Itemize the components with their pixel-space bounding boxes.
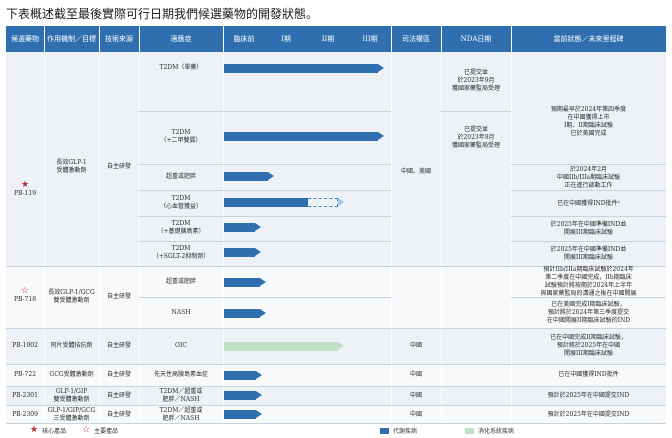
pb1902-region: 中國 [409, 342, 422, 349]
pb119-bar-5 [224, 223, 255, 232]
pb1902-bar [224, 342, 338, 351]
pb119-mechanism: 長效GLP-1 受體激動劑 [56, 159, 87, 174]
pb1902-indication: OIC [175, 342, 187, 349]
pb2301-drug: PB-2301 [12, 391, 38, 399]
intro-text: 下表概述截至最後實際可行日期我們候選藥物的開發狀態。 [6, 7, 319, 21]
header-mechanism: 作用機制／目標 [44, 26, 99, 52]
pb2301-indication: T2DM／超重或 肥胖／NASH [159, 387, 203, 403]
pb119-status-4: 於2025年在中國準備IND並 開展III期臨床試驗 [550, 221, 627, 236]
pb119-status-5: 於2025年在中國準備IND並 開展III期臨床試驗 [550, 246, 627, 261]
header-candidate: 候選藥物 [6, 26, 44, 52]
pb722-indication: 先天性高胰島素血症 [153, 371, 208, 378]
pb2301-bar-arrow [256, 391, 262, 399]
legend-key: ☆ 主要產品 [82, 425, 119, 436]
pb2309-bar-arrow [256, 410, 262, 418]
pb1902-source: 自主研發 [106, 342, 131, 349]
pipeline-table: 候選藥物 作用機制／目標 技術來源 適應症 臨床前 I期 II期 III期 司法… [6, 26, 666, 424]
pb2309-indication: T2DM／超重或 肥胖／NASH [159, 406, 203, 422]
pb2301-source: 自主研發 [106, 391, 131, 399]
pb119-indication-1: T2DM（單藥） [159, 64, 203, 71]
pb119-bar-6-arrow [255, 248, 261, 256]
pb119-indication-5: T2DM （+基礎胰島素） [157, 220, 205, 235]
pb2301-bar [224, 391, 256, 400]
pb718-bar-2-arrow [260, 309, 266, 317]
core-legend-star-icon: ★ [30, 425, 39, 435]
pb722-source: 自主研發 [106, 371, 131, 378]
pb722-bar-arrow [256, 371, 262, 379]
pb722-status: 已在中國獲得IND批件 [558, 371, 619, 378]
pb722-bar [224, 371, 256, 380]
pb119-bar-2 [224, 132, 378, 141]
pb119-source: 自主研發 [106, 163, 131, 170]
pb119-bar-5-arrow [255, 223, 261, 231]
pb119-nda-1: 已提交並 於2023年9月 獲國家藥監局受理 [451, 69, 500, 92]
key-product-star-outline-icon: ☆ [20, 285, 30, 296]
pb119-indication-6: T2DM （+SGLT-2抑制劑） [152, 245, 210, 260]
header-indication: 適應症 [139, 26, 223, 52]
pb2301-region: 中國 [409, 391, 422, 399]
pb2309-bar [224, 410, 256, 419]
pb119-bar-3 [224, 172, 268, 181]
pb119-bar-1 [224, 64, 378, 73]
pb718-bar-2 [224, 309, 260, 318]
gi-swatch [465, 427, 474, 434]
pb718-indication-2: NASH [171, 309, 191, 316]
pb2309-region: 中國 [409, 410, 422, 418]
pb119-status-2: 於2024年2月 中國IIb/IIIa期臨床試驗 正在進行啟動工作 [556, 165, 621, 189]
pb718-mechanism: 長效GLP-1/GCG 雙受體激動劑 [48, 289, 95, 304]
pb119-drug: ★ PB-119 [13, 179, 37, 197]
pb119-indication-2: T2DM （+二甲雙胍） [160, 129, 202, 144]
pb718-bar-1 [224, 278, 260, 287]
header-status: 當前狀態／未來里程碑 [511, 26, 666, 52]
pb119-nda-2: 已提交並 於2023年9月 獲國家藥監局受理 [451, 126, 500, 149]
pb119-region: 中國、美國 [400, 168, 431, 175]
pb2309-status: 預計於2025年在中國提交IND [547, 410, 630, 418]
pb718-bar-1-arrow [260, 278, 266, 286]
pb722-drug: PB-722 [13, 371, 37, 378]
header-source: 技術來源 [99, 26, 139, 52]
pb718-status-1: 預計IIb/IIIa期臨床試驗於2024年 第二季度在中國完成，IIb期臨床 試… [540, 265, 637, 297]
header-phase2: II期 [307, 26, 349, 52]
pb718-indication-1: 超重或肥胖 [165, 278, 196, 285]
pb119-bar-4-arrow [338, 198, 344, 206]
key-legend-star-outline-icon: ☆ [82, 425, 91, 435]
pb718-drug: ☆ PB-718 [13, 285, 37, 303]
pb119-status-3: 已在中國獲得IND批件² [557, 199, 620, 207]
legend-metabolic: 代謝疾病 [380, 426, 417, 435]
pb1902-bar-arrow [338, 342, 344, 350]
pb119-bar-2-arrow [378, 132, 384, 140]
pb718-region [391, 284, 441, 304]
pb119-bar-4-planned [308, 198, 338, 207]
legend-core: ★ 核心產品 [30, 425, 67, 436]
pb2309-mechanism: GLP-1/GIP/GCG 三受體激動劑 [47, 406, 96, 422]
pb722-mechanism: GCG受體激動劑 [49, 371, 94, 378]
pb1902-status: 已在中國完成II期臨床試驗， 預計將於2025年在中國 開展III期臨床試驗 [550, 334, 627, 357]
header-phase3: III期 [349, 26, 391, 52]
pb718-status-2: 已在美國完成I期臨床試驗， 預計將於2024年第三季度提交 在中國開展II期臨床… [546, 301, 631, 324]
pb718-source: 自主研發 [106, 293, 131, 300]
pb2301-status: 預計於2025年在中國提交IND [547, 391, 630, 399]
header-preclinical: 臨床前 [223, 26, 265, 52]
legend-gi: 消化系統疾病 [465, 426, 514, 435]
pb722-region: 中國 [409, 371, 422, 378]
pb119-indication-4: T2DM （心血管獲益） [159, 195, 202, 210]
header-phase1: I期 [265, 26, 307, 52]
pb119-bar-6 [224, 248, 255, 257]
pb119-status-1: 預期最早於2024年第四季度 在中國獲得上市 I期、II期臨床試驗 已於美國完成 [550, 106, 627, 137]
pb119-bar-4-solid [224, 198, 308, 207]
metabolic-swatch [380, 427, 389, 434]
pb119-bar-3-arrow [268, 172, 274, 180]
pb2309-source: 自主研發 [106, 410, 131, 418]
pb1902-drug: PB-1902 [12, 342, 38, 349]
core-product-star-icon: ★ [20, 179, 30, 190]
pb119-bar-1-arrow [378, 64, 384, 72]
pb2301-mechanism: GLP-1/GIP 雙受體激動劑 [53, 387, 90, 403]
pb1902-mechanism: 阿片受體拮抗劑 [50, 342, 93, 349]
pb119-indication-3: 超重或肥胖 [165, 173, 196, 180]
pb2309-drug: PB-2309 [12, 410, 38, 418]
header-jurisdiction: 司法權區 [391, 26, 441, 52]
header-nda-date: NDA日期 [441, 26, 511, 52]
